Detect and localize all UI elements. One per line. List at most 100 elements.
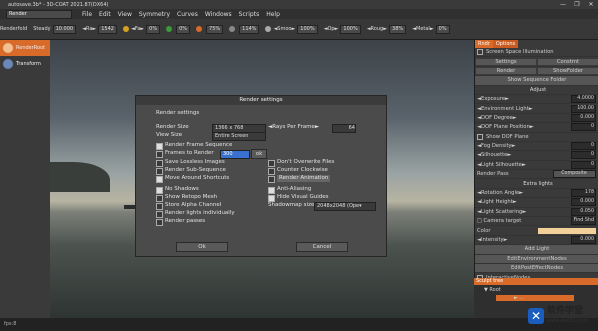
tab-render[interactable]: Rndr: [475, 40, 493, 48]
toolbar-value[interactable]: 114%: [239, 24, 260, 34]
option-checkbox[interactable]: [156, 168, 163, 175]
panel-checkbox-row[interactable]: Screen Space Illumination: [475, 48, 598, 58]
panel-value-row[interactable]: ◄Silhouette► 0: [475, 151, 598, 161]
menu-item[interactable]: Curves: [177, 11, 198, 18]
option-checkbox[interactable]: [156, 203, 163, 210]
value-field[interactable]: Composite: [553, 170, 596, 179]
tree-item[interactable]: ► ...: [496, 295, 574, 301]
checkbox-icon[interactable]: [477, 133, 483, 140]
toolbar-value[interactable]: 0%: [176, 24, 191, 34]
option-checkbox[interactable]: [156, 176, 163, 183]
option-checkbox[interactable]: [156, 195, 163, 202]
panel-value-row[interactable]: ◄DOF Degree► 0.000: [475, 113, 598, 124]
panel-value-row[interactable]: ◄Light Scattering► 0.050: [475, 207, 598, 218]
panel-button[interactable]: EditEnvironmentNodes: [475, 254, 598, 264]
value-field[interactable]: 178: [571, 189, 596, 198]
option-checkbox[interactable]: [268, 168, 275, 175]
panel-value-row[interactable]: ◄Light Height► 0.000: [475, 198, 598, 208]
panel-value-row[interactable]: ◄Light Silhouette► 0: [475, 160, 598, 171]
option-checkbox[interactable]: [268, 187, 275, 194]
shadowmap-select[interactable]: 2048x2048 (Ope▾: [314, 202, 376, 211]
toolbar-item[interactable]: ◄Smoo► 100%: [265, 24, 318, 34]
panel-value-row[interactable]: ◄Environment Light► 100.00: [475, 104, 598, 114]
value-field[interactable]: 0: [571, 142, 596, 151]
panel-button[interactable]: EditPostEffectNodes: [475, 263, 598, 274]
panel-value-row[interactable]: ◄DOF Plane Position► 0: [475, 123, 598, 133]
panel-value-row[interactable]: ◄Intensity► 0.000: [475, 236, 598, 246]
menu-item[interactable]: Scripts: [239, 11, 260, 18]
toolbar-item[interactable]: 75%: [196, 24, 224, 34]
frames-field[interactable]: 300: [220, 150, 250, 159]
toolbar-value[interactable]: 75%: [206, 24, 224, 34]
value-field[interactable]: 0.000: [571, 198, 596, 207]
panel-button[interactable]: ShowFolder: [538, 67, 598, 74]
toolbar-item[interactable]: 114%: [229, 24, 260, 34]
rays-label[interactable]: ◄Rays Per Frame►: [268, 124, 319, 131]
close-button[interactable]: ✕: [584, 1, 598, 8]
menu-item[interactable]: Windows: [205, 11, 232, 18]
color-row[interactable]: Color: [475, 226, 598, 236]
option-checkbox[interactable]: [268, 160, 275, 167]
room-selector[interactable]: Render: [6, 9, 72, 19]
view-size-select[interactable]: Entire Screen: [212, 132, 266, 141]
toolbar-item[interactable]: ◄Fa► 0%: [122, 24, 161, 34]
value-field[interactable]: 4.0000: [571, 95, 596, 104]
toolbar-value[interactable]: 100%: [340, 24, 361, 34]
panel-value-row[interactable]: ◄Fog Density► 0: [475, 142, 598, 152]
toolbar-item[interactable]: 0%: [166, 24, 191, 34]
panel-value-row[interactable]: Render Pass Composite: [475, 170, 598, 180]
menu-item[interactable]: View: [118, 11, 132, 18]
panel-value-row[interactable]: □ Camera target Find Shd: [475, 217, 598, 227]
tool-transform[interactable]: Transform: [0, 56, 50, 72]
value-field[interactable]: Find Shd: [571, 217, 596, 226]
toolbar-value[interactable]: 1542: [98, 24, 117, 34]
panel-button[interactable]: Render: [476, 67, 536, 74]
toolbar-value[interactable]: 100%: [297, 24, 318, 34]
toolbar-value[interactable]: 0%: [435, 24, 450, 34]
option-label[interactable]: Render Animation: [277, 175, 331, 182]
maximize-button[interactable]: ❐: [570, 1, 584, 8]
tab-options[interactable]: Options: [492, 40, 519, 48]
panel-button[interactable]: Settings: [476, 58, 536, 65]
option-checkbox[interactable]: [268, 195, 275, 202]
minimize-button[interactable]: —: [556, 1, 570, 8]
toolbar-item[interactable]: ◄Ra► 1542: [82, 24, 117, 34]
toolbar-item[interactable]: ◄Op► 100%: [324, 24, 361, 34]
toolbar-value[interactable]: 38%: [389, 24, 407, 34]
toolbar-item[interactable]: ◄Metal► 0%: [412, 24, 450, 34]
panel-value-row[interactable]: ◄Rotation Angle► 178: [475, 189, 598, 199]
render-frame-sequence-checkbox[interactable]: [156, 143, 163, 150]
option-checkbox[interactable]: [156, 187, 163, 194]
value-field[interactable]: 0.000: [571, 113, 596, 122]
frames-ok-button[interactable]: ok: [251, 149, 267, 159]
panel-button[interactable]: Show Sequence Folder: [475, 76, 598, 86]
ok-button[interactable]: Ok: [176, 242, 228, 252]
toolbar-value[interactable]: 10.000: [52, 24, 77, 34]
value-field[interactable]: 100.00: [571, 104, 596, 113]
option-checkbox[interactable]: [268, 176, 275, 183]
value-field[interactable]: 0: [571, 160, 596, 169]
frames-checkbox[interactable]: [156, 151, 163, 158]
toolbar-value[interactable]: 0%: [146, 24, 161, 34]
toolbar-item[interactable]: ◄Roug► 38%: [367, 24, 407, 34]
panel-button[interactable]: Constrnt: [538, 58, 598, 65]
toolbar-item[interactable]: Renderfold: [0, 26, 27, 32]
cancel-button[interactable]: Cancel: [296, 242, 348, 252]
panel-value-row[interactable]: ◄Exposure► 4.0000: [475, 95, 598, 105]
menu-item[interactable]: Help: [266, 11, 280, 18]
panel-checkbox-row[interactable]: Show DOF Plane: [475, 133, 598, 142]
checkbox-icon[interactable]: [477, 49, 483, 56]
color-swatch[interactable]: [538, 227, 596, 234]
option-checkbox[interactable]: [156, 160, 163, 167]
value-field[interactable]: 0: [571, 123, 596, 132]
panel-button[interactable]: Add Light: [475, 245, 598, 255]
menu-item[interactable]: File: [82, 11, 92, 18]
toolbar-item[interactable]: Steady 10.000: [33, 24, 77, 34]
value-field[interactable]: 0.050: [571, 207, 596, 216]
option-checkbox[interactable]: [156, 219, 163, 226]
rays-field[interactable]: 64: [332, 124, 356, 133]
tree-item[interactable]: ▼ Root: [474, 287, 598, 293]
menu-item[interactable]: Symmetry: [139, 11, 170, 18]
value-field[interactable]: 0: [571, 151, 596, 160]
tool-render-root[interactable]: RenderRoot: [0, 40, 50, 56]
